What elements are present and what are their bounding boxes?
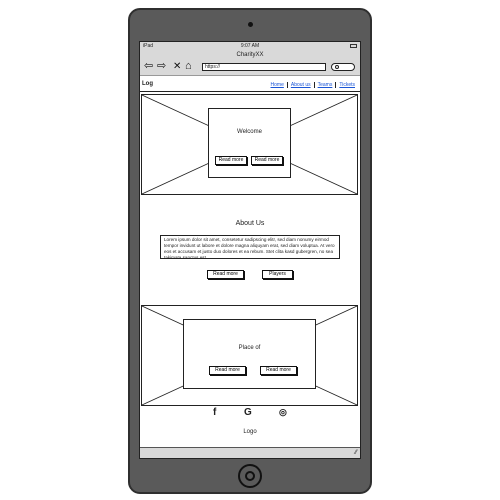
google-icon[interactable]: G — [244, 407, 252, 418]
place-read-more-button-2[interactable]: Read more — [260, 366, 297, 375]
clock: 9:07 AM — [240, 43, 260, 49]
hero-read-more-button-2[interactable]: Read more — [251, 156, 283, 165]
about-read-more-button[interactable]: Read more — [207, 270, 244, 279]
camera-icon — [248, 22, 253, 27]
welcome-title: Welcome — [237, 129, 262, 135]
home-button[interactable] — [238, 464, 262, 488]
about-title: About Us — [235, 220, 265, 227]
browser-toolbar: CharityXX ⇦ ⇨ ✕ ⌂ https:// — [140, 50, 360, 76]
place-title: Place of — [238, 345, 261, 351]
home-icon[interactable]: ⌂ — [185, 61, 192, 72]
site-logo: Log — [142, 81, 153, 87]
resize-handle-icon: ⁄⁄ — [354, 450, 357, 456]
site-nav: Log Home About us Teams Tickets — [140, 78, 360, 92]
url-input[interactable]: https:// — [202, 63, 326, 71]
instagram-icon[interactable]: ◎ — [279, 407, 287, 418]
place-read-more-button-1[interactable]: Read more — [209, 366, 246, 375]
search-icon[interactable] — [331, 63, 355, 71]
nav-about-link[interactable]: About us — [286, 82, 314, 88]
hero-image-placeholder: Welcome Read more Read more — [141, 94, 358, 195]
hero-read-more-button-1[interactable]: Read more — [215, 156, 247, 165]
place-image-placeholder: Place of Read more Read more — [141, 305, 358, 406]
welcome-card: Welcome Read more Read more — [208, 108, 291, 178]
close-icon[interactable]: ✕ — [173, 61, 181, 72]
nav-links: Home About us Teams Tickets — [268, 82, 358, 88]
about-text: Lorem ipsum dolor sit amet, consetetur s… — [160, 235, 340, 259]
browser-bottom-bar: ⁄⁄ — [140, 447, 360, 458]
facebook-icon[interactable]: f — [213, 407, 216, 418]
back-arrow-icon[interactable]: ⇦ — [144, 61, 153, 72]
place-card: Place of Read more Read more — [183, 319, 316, 389]
battery-icon — [350, 44, 357, 48]
forward-arrow-icon[interactable]: ⇨ — [157, 61, 166, 72]
screen: iPad 9:07 AM CharityXX ⇦ ⇨ ✕ ⌂ https:// … — [139, 41, 361, 459]
browser-title: CharityXX — [236, 52, 264, 58]
nav-home-link[interactable]: Home — [268, 82, 287, 88]
footer-logo: Logo — [243, 429, 257, 435]
nav-teams-link[interactable]: Teams — [313, 82, 336, 88]
status-bar: iPad 9:07 AM — [140, 42, 360, 50]
players-button[interactable]: Players — [262, 270, 293, 279]
nav-tickets-link[interactable]: Tickets — [335, 82, 358, 88]
